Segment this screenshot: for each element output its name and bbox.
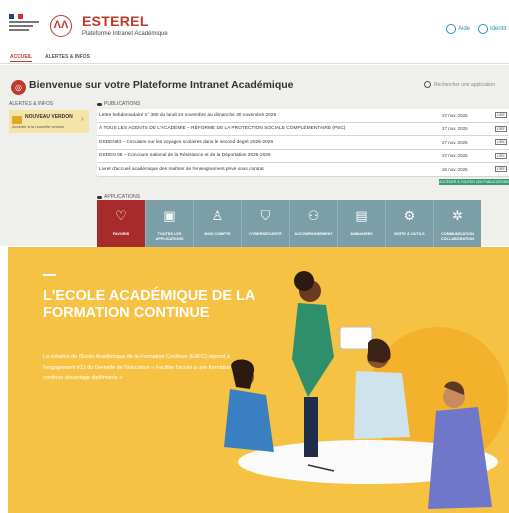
publication-title: DSDEN 06 – Concours national de la Résis… bbox=[99, 153, 271, 158]
publication-date: 26 nov. 2025 bbox=[442, 166, 468, 172]
tab-alertes-infos[interactable]: ALERTES & INFOS bbox=[45, 54, 90, 60]
identity-label: Identit bbox=[490, 26, 507, 32]
network-icon: ✲ bbox=[452, 208, 463, 223]
tile-label: TOUTES LES APPLICATIONS bbox=[155, 232, 184, 241]
list-item[interactable]: Livret d'accueil académique des maîtres … bbox=[97, 163, 509, 177]
alert-card-subtitle: Accéder à la nouvelle version bbox=[12, 124, 65, 129]
marianne-logo[interactable] bbox=[9, 14, 45, 40]
list-item[interactable]: DSDEN83 – Circulaire sur les voyages sco… bbox=[97, 136, 509, 150]
toggle-icon bbox=[97, 102, 102, 106]
tile-annuaires[interactable]: ▤ ANNUAIRES bbox=[337, 200, 385, 247]
tile-communication[interactable]: ✲ COMMUNICATION COLLABORATION bbox=[433, 200, 481, 247]
alerts-section-title: ALERTES & INFOS bbox=[9, 101, 54, 107]
hero-description: La création de l'Ecole Académique de la … bbox=[43, 354, 232, 381]
publication-title: Lettre hebdomadaire n° 380 du lundi 24 n… bbox=[99, 112, 277, 118]
help-label: Aide bbox=[458, 26, 471, 32]
read-button[interactable]: LIRE bbox=[495, 152, 507, 159]
hero-accent-line bbox=[43, 274, 56, 276]
tile-label: COMMUNICATION COLLABORATION bbox=[440, 232, 475, 241]
publication-date: 27 nov. 2025 bbox=[442, 112, 468, 118]
publication-date: 27 nov. 2025 bbox=[442, 139, 468, 145]
read-button[interactable]: LIRE bbox=[495, 166, 507, 172]
tile-mon-compte[interactable]: ♙ MON COMPTE bbox=[193, 200, 241, 247]
publications-section-title: PUBLICATIONS bbox=[97, 101, 140, 107]
applications-grid: ♡ FAVORIS ▣ TOUTES LES APPLICATIONS ♙ MON C… bbox=[97, 200, 481, 247]
people-icon: ⚇ bbox=[307, 208, 320, 223]
list-item[interactable]: À TOUS LES AGENTS DE L'ACADÉMIE – RÉFORM… bbox=[97, 122, 509, 136]
tile-favoris[interactable]: ♡ FAVORIS bbox=[97, 200, 145, 247]
tools-icon: ⚙ bbox=[403, 208, 416, 223]
chevron-right-icon: › bbox=[81, 116, 84, 123]
tile-label: BOÎTE À OUTILS bbox=[394, 232, 425, 236]
tile-label: MON COMPTE bbox=[204, 232, 231, 236]
alert-card-title: NOUVEAU VERDON bbox=[25, 114, 73, 120]
tile-label: ANNUAIRES bbox=[350, 232, 373, 236]
tile-accompagnement[interactable]: ⚇ ACCOMPAGNEMENT bbox=[289, 200, 337, 247]
shield-icon: ⛉ bbox=[260, 208, 271, 223]
esterel-logo[interactable]: ΛΛ bbox=[50, 15, 72, 37]
brand-subtitle: Plateforme Intranet Académique bbox=[82, 31, 168, 37]
tile-toutes-applications[interactable]: ▣ TOUTES LES APPLICATIONS bbox=[145, 200, 193, 247]
identity-link[interactable]: Identit bbox=[478, 24, 506, 34]
search-placeholder: Rechercher une application bbox=[434, 81, 495, 88]
all-publications-button[interactable]: ACCÉDER À TOUTES LES PUBLICATIONS bbox=[439, 179, 509, 185]
apps-icon: ▣ bbox=[163, 208, 176, 223]
read-button[interactable]: LIRE bbox=[495, 125, 507, 132]
alert-card[interactable]: NOUVEAU VERDON Accéder à la nouvelle ver… bbox=[9, 110, 89, 133]
book-icon: ▤ bbox=[355, 208, 368, 223]
toggle-icon bbox=[97, 195, 102, 199]
search-input[interactable]: Rechercher une application bbox=[424, 81, 495, 88]
tile-cybersecurite[interactable]: ⛉ CYBERSÉCURITÉ bbox=[241, 200, 289, 247]
publication-date: 27 nov. 2025 bbox=[442, 126, 468, 131]
main-nav: ACCUEIL ALERTES & INFOS bbox=[0, 50, 509, 64]
help-link[interactable]: Aide bbox=[446, 24, 470, 34]
publications-label: PUBLICATIONS bbox=[104, 101, 141, 107]
read-button[interactable]: LIRE bbox=[495, 139, 507, 145]
list-item[interactable]: Lettre hebdomadaire n° 380 du lundi 24 n… bbox=[97, 109, 509, 123]
verdon-icon bbox=[12, 116, 22, 124]
list-item[interactable]: DSDEN 06 – Concours national de la Résis… bbox=[97, 149, 509, 163]
publication-title: Livret d'accueil académique des maîtres … bbox=[99, 166, 264, 172]
read-button[interactable]: LIRE bbox=[495, 112, 507, 118]
publication-date: 27 nov. 2025 bbox=[442, 153, 468, 158]
welcome-icon: ◎ bbox=[11, 80, 26, 95]
tile-label: ACCOMPAGNEMENT bbox=[294, 232, 333, 236]
site-header: ΛΛ ESTEREL Plateforme Intranet Académiqu… bbox=[0, 0, 509, 50]
identity-icon bbox=[478, 24, 488, 34]
hero-title: L'ECOLE ACADÉMIQUE DE LA FORMATION CONTI… bbox=[43, 288, 255, 321]
tile-boite-a-outils[interactable]: ⚙ BOÎTE À OUTILS bbox=[385, 200, 433, 247]
search-icon bbox=[424, 81, 431, 88]
user-icon: ♙ bbox=[211, 208, 224, 223]
page-title: Bienvenue sur votre Plateforme Intranet … bbox=[29, 79, 294, 91]
heart-icon: ♡ bbox=[115, 208, 127, 223]
tile-label: FAVORIS bbox=[112, 232, 130, 236]
brand-title[interactable]: ESTEREL bbox=[82, 13, 149, 29]
help-icon bbox=[446, 24, 456, 34]
publication-title: À TOUS LES AGENTS DE L'ACADÉMIE – RÉFORM… bbox=[99, 126, 346, 131]
tile-label: CYBERSÉCURITÉ bbox=[249, 232, 282, 236]
publication-title: DSDEN83 – Circulaire sur les voyages sco… bbox=[99, 139, 274, 145]
hero-banner[interactable]: L'ECOLE ACADÉMIQUE DE LA FORMATION CONTI… bbox=[8, 247, 509, 513]
tab-accueil[interactable]: ACCUEIL bbox=[10, 54, 33, 62]
publications-list: Lettre hebdomadaire n° 380 du lundi 24 n… bbox=[97, 109, 509, 177]
